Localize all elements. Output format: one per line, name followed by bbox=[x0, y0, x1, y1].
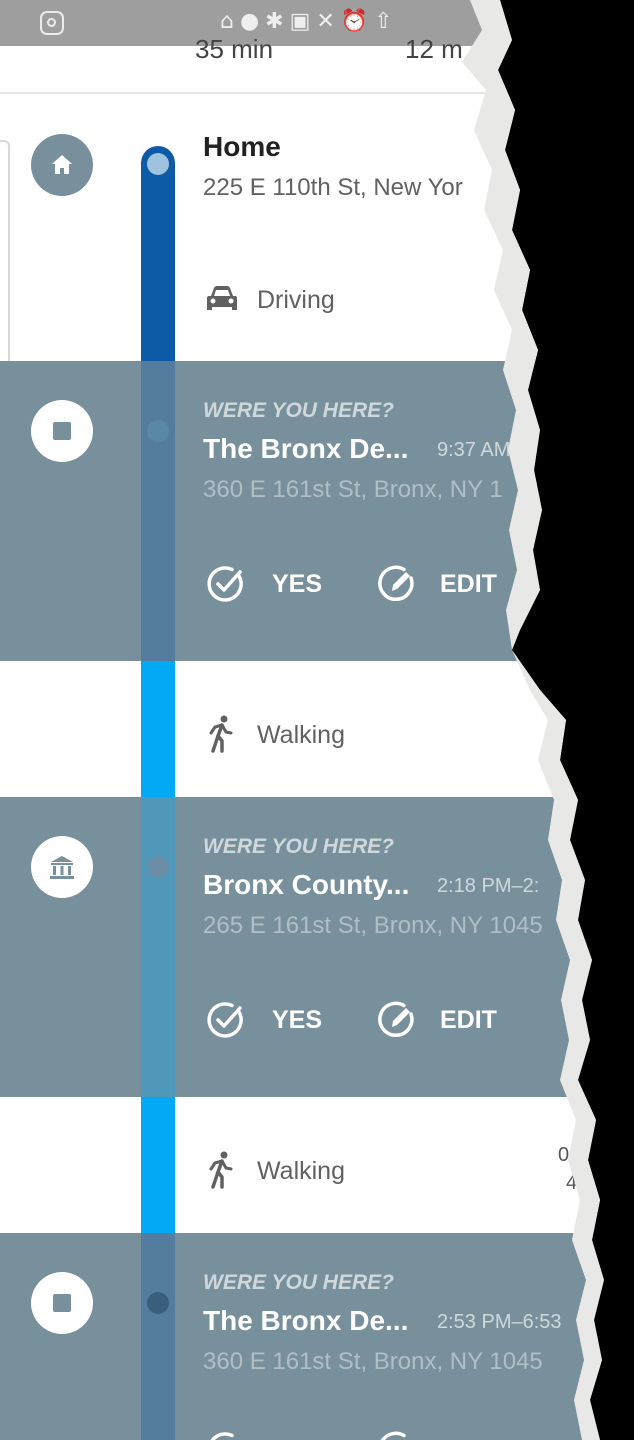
divider bbox=[0, 92, 634, 94]
visit-address: 360 E 161st St, Bronx, NY 1 bbox=[203, 476, 503, 503]
check-circle-icon[interactable] bbox=[206, 564, 246, 604]
timeline-walking-line bbox=[141, 661, 175, 797]
visit-place-name[interactable]: Bronx County... bbox=[203, 869, 409, 901]
home-title: Home bbox=[203, 131, 281, 162]
home-address: 225 E 110th St, New Yor bbox=[203, 174, 463, 201]
visit-time: 9:37 AM– bbox=[437, 439, 522, 461]
timeline-walking-line-overlay bbox=[141, 797, 175, 1097]
timeline-dot bbox=[147, 856, 169, 878]
stop-icon bbox=[31, 400, 93, 462]
timeline-dot bbox=[147, 420, 169, 442]
stop-icon bbox=[31, 1272, 93, 1334]
were-you-here-prompt: WERE YOU HERE? bbox=[203, 399, 394, 422]
visit-place-name[interactable]: The Bronx De... bbox=[203, 433, 408, 465]
yes-button[interactable]: YES bbox=[272, 1006, 322, 1035]
home-icon bbox=[31, 134, 93, 196]
edit-button[interactable]: EDIT bbox=[440, 1006, 497, 1035]
previous-distance: 12 m bbox=[405, 34, 463, 64]
museum-icon bbox=[31, 836, 93, 898]
visit-place-name[interactable]: The Bronx De... bbox=[203, 1305, 408, 1337]
visit-time: 2:53 PM–6:53 bbox=[437, 1311, 562, 1333]
walking-icon bbox=[205, 1150, 237, 1195]
edit-icon[interactable] bbox=[378, 1000, 418, 1040]
timeline-screen: ⌂●✱▣✕⏰⇧ 35 min 12 m Home 225 E 110th St,… bbox=[0, 0, 634, 1440]
yes-button[interactable]: YES bbox=[272, 570, 322, 599]
walk-distance: 0 bbox=[558, 708, 570, 730]
visit-address: 265 E 161st St, Bronx, NY 1045 bbox=[203, 912, 543, 939]
walk-duration: 4 r bbox=[566, 1172, 590, 1194]
timeline-start-dot bbox=[147, 153, 169, 175]
car-icon bbox=[205, 283, 239, 320]
timeline-dot bbox=[147, 1292, 169, 1314]
check-circle-icon[interactable] bbox=[206, 1430, 246, 1440]
edit-icon[interactable] bbox=[378, 564, 418, 604]
walking-icon bbox=[205, 714, 237, 759]
instagram-icon bbox=[40, 11, 64, 35]
walk-distance: 0.2 bbox=[558, 1144, 586, 1166]
walking-label: Walking bbox=[257, 721, 345, 749]
timeline-driving-line bbox=[141, 146, 175, 361]
previous-duration: 35 min bbox=[195, 34, 274, 64]
visit-address: 360 E 161st St, Bronx, NY 1045 bbox=[203, 1348, 543, 1375]
edit-icon[interactable] bbox=[378, 1430, 418, 1440]
were-you-here-prompt: WERE YOU HERE? bbox=[203, 835, 394, 858]
edit-button[interactable]: EDIT bbox=[440, 570, 497, 599]
visit-time: 2:18 PM–2: bbox=[437, 875, 540, 897]
timeline-driving-line-overlay bbox=[141, 1233, 175, 1440]
driving-label: Driving bbox=[257, 286, 335, 314]
status-bar: ⌂●✱▣✕⏰⇧ bbox=[0, 0, 634, 46]
timeline-driving-line-overlay bbox=[141, 361, 175, 661]
walking-label: Walking bbox=[257, 1157, 345, 1185]
timeline-walking-line bbox=[141, 1097, 175, 1233]
check-circle-icon[interactable] bbox=[206, 1000, 246, 1040]
status-icons: ⌂●✱▣✕⏰⇧ bbox=[220, 9, 399, 34]
were-you-here-prompt: WERE YOU HERE? bbox=[203, 1271, 394, 1294]
